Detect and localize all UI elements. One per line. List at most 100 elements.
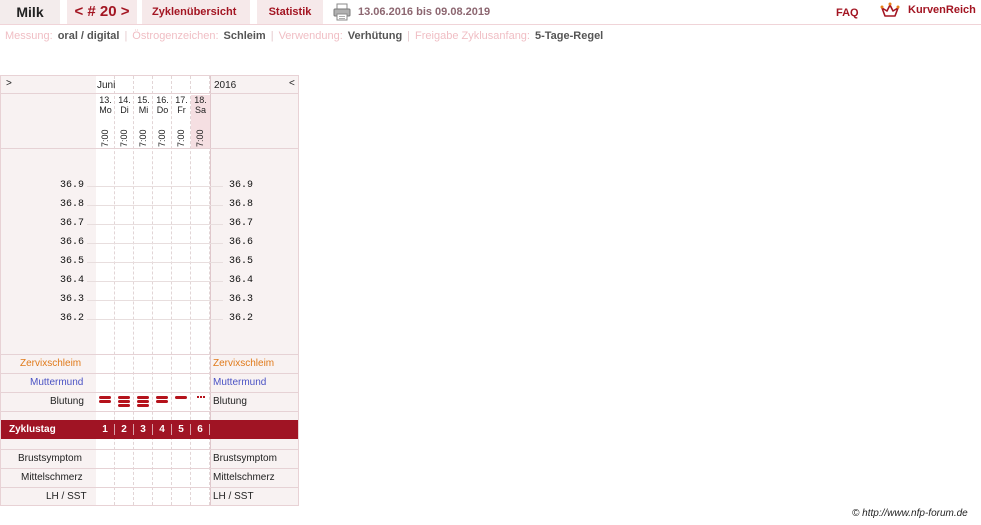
bleeding-marker[interactable] bbox=[118, 394, 131, 408]
measurement-time: 7:00 bbox=[138, 129, 148, 147]
row-label-mid-pain-right: Mittelschmerz bbox=[213, 472, 275, 483]
separator: | bbox=[407, 30, 411, 42]
cycle-day-row: Zyklustag 123456 bbox=[1, 420, 298, 439]
left-label-column bbox=[1, 76, 96, 505]
bleeding-dash bbox=[118, 404, 130, 407]
cycle-day-number: 1 bbox=[96, 424, 115, 435]
cycle-date-range: 13.06.2016 bis 09.08.2019 bbox=[358, 6, 491, 18]
bleeding-dash bbox=[137, 400, 149, 403]
tab-cycle-overview[interactable]: Zyklenübersicht bbox=[142, 0, 250, 24]
row-label-cervical-mucus-right: Zervixschleim bbox=[213, 358, 275, 369]
temperature-grid-line bbox=[87, 243, 223, 244]
divider bbox=[1, 449, 298, 450]
day-header: 17. Fr 7:00 bbox=[172, 95, 191, 148]
day-column[interactable]: 14. Di 7:00 bbox=[115, 76, 134, 505]
brand-name[interactable]: KurvenReich bbox=[908, 4, 976, 16]
day-column[interactable]: 18. Sa 7:00 bbox=[191, 76, 210, 505]
measurement-time: 7:00 bbox=[195, 129, 205, 147]
tab-statistics[interactable]: Statistik bbox=[257, 0, 323, 24]
bleeding-dash bbox=[156, 400, 168, 403]
temperature-grid-line bbox=[87, 319, 223, 320]
temperature-label-left: 36.6 bbox=[60, 237, 85, 248]
cycle-day-number: 5 bbox=[172, 424, 191, 435]
setting-value-cycle-start: 5-Tage-Regel bbox=[534, 30, 604, 42]
row-label-breast-symptom: Brustsymptom bbox=[18, 453, 82, 464]
previous-page-arrow[interactable]: > bbox=[6, 78, 12, 89]
faq-link[interactable]: FAQ bbox=[836, 7, 859, 19]
next-page-arrow[interactable]: < bbox=[289, 78, 295, 89]
measurement-time: 7:00 bbox=[157, 129, 167, 147]
year-label: 2016 bbox=[214, 80, 237, 91]
day-header: 16. Do 7:00 bbox=[153, 95, 172, 148]
temperature-grid-line bbox=[87, 300, 223, 301]
right-label-column bbox=[210, 76, 299, 505]
row-label-bleeding-right: Blutung bbox=[213, 396, 247, 407]
day-date: 16. bbox=[156, 95, 169, 105]
row-label-bleeding: Blutung bbox=[50, 396, 84, 407]
user-name-tab[interactable]: Milk bbox=[0, 0, 60, 24]
day-date: 13. bbox=[99, 95, 112, 105]
day-column[interactable]: 17. Fr 7:00 bbox=[172, 76, 191, 505]
temperature-label-left: 36.4 bbox=[60, 275, 85, 286]
month-label: Juni bbox=[97, 80, 116, 91]
bleeding-dash bbox=[137, 404, 149, 407]
crown-logo-icon bbox=[880, 2, 900, 17]
bleeding-dash bbox=[118, 396, 130, 399]
temperature-grid-line bbox=[87, 262, 223, 263]
cycle-day-number: 4 bbox=[153, 424, 172, 435]
day-date: 14. bbox=[118, 95, 131, 105]
day-header: 14. Di 7:00 bbox=[115, 95, 134, 148]
measurement-time: 7:00 bbox=[176, 129, 186, 147]
top-navigation-bar: Milk < # 20 > Zyklenübersicht Statistik … bbox=[0, 0, 981, 25]
day-header: 13. Mo 7:00 bbox=[96, 95, 115, 148]
setting-label-estrogen: Östrogenzeichen: bbox=[132, 30, 219, 42]
bleeding-marker[interactable] bbox=[175, 394, 188, 408]
row-label-mid-pain: Mittelschmerz bbox=[21, 472, 83, 483]
divider bbox=[1, 93, 298, 94]
separator: | bbox=[124, 30, 128, 42]
temperature-label-left: 36.2 bbox=[60, 313, 85, 324]
day-date: 17. bbox=[175, 95, 188, 105]
day-column[interactable]: 13. Mo 7:00 bbox=[96, 76, 115, 505]
bleeding-marker[interactable] bbox=[156, 394, 169, 408]
day-date: 18. bbox=[194, 95, 207, 105]
day-date: 15. bbox=[137, 95, 150, 105]
row-label-lh-test: LH / SST bbox=[46, 491, 87, 502]
printer-icon[interactable] bbox=[333, 3, 351, 21]
cycle-settings-line: Messung: oral / digital | Östrogenzeichen: S… bbox=[5, 30, 603, 42]
row-label-lh-test-right: LH / SST bbox=[213, 491, 254, 502]
temperature-grid-line bbox=[87, 281, 223, 282]
setting-value-estrogen: Schleim bbox=[223, 30, 266, 42]
row-label-cervix: Muttermund bbox=[30, 377, 84, 388]
temperature-label-right: 36.9 bbox=[229, 180, 254, 191]
day-column[interactable]: 15. Mi 7:00 bbox=[134, 76, 153, 505]
divider bbox=[1, 468, 298, 469]
row-label-cervix-right: Muttermund bbox=[213, 377, 267, 388]
measurement-time: 7:00 bbox=[119, 129, 129, 147]
day-weekday: Do bbox=[156, 105, 169, 115]
spotting-dot bbox=[203, 396, 205, 398]
temperature-label-left: 36.8 bbox=[60, 199, 85, 210]
day-weekday: Sa bbox=[194, 105, 206, 115]
row-label-cervical-mucus: Zervixschleim bbox=[20, 358, 82, 369]
setting-value-usage: Verhütung bbox=[347, 30, 403, 42]
divider bbox=[1, 411, 298, 412]
setting-label-measurement: Messung: bbox=[5, 30, 53, 42]
setting-label-usage: Verwendung: bbox=[278, 30, 343, 42]
temperature-label-right: 36.7 bbox=[229, 218, 254, 229]
bleeding-marker[interactable] bbox=[99, 394, 112, 408]
bleeding-dash bbox=[118, 400, 130, 403]
day-column[interactable]: 16. Do 7:00 bbox=[153, 76, 172, 505]
bleeding-marker[interactable] bbox=[137, 394, 150, 408]
divider bbox=[1, 354, 298, 355]
day-header: 15. Mi 7:00 bbox=[134, 95, 153, 148]
temperature-grid-line bbox=[87, 205, 223, 206]
bleeding-marker[interactable] bbox=[194, 394, 207, 408]
divider bbox=[1, 487, 298, 488]
measurement-time: 7:00 bbox=[100, 129, 110, 147]
bleeding-dash bbox=[99, 400, 111, 403]
setting-label-cycle-start: Freigabe Zyklusanfang: bbox=[415, 30, 530, 42]
cycle-navigator[interactable]: < # 20 > bbox=[67, 0, 137, 24]
temperature-label-left: 36.7 bbox=[60, 218, 85, 229]
cycle-day-number: 2 bbox=[115, 424, 134, 435]
